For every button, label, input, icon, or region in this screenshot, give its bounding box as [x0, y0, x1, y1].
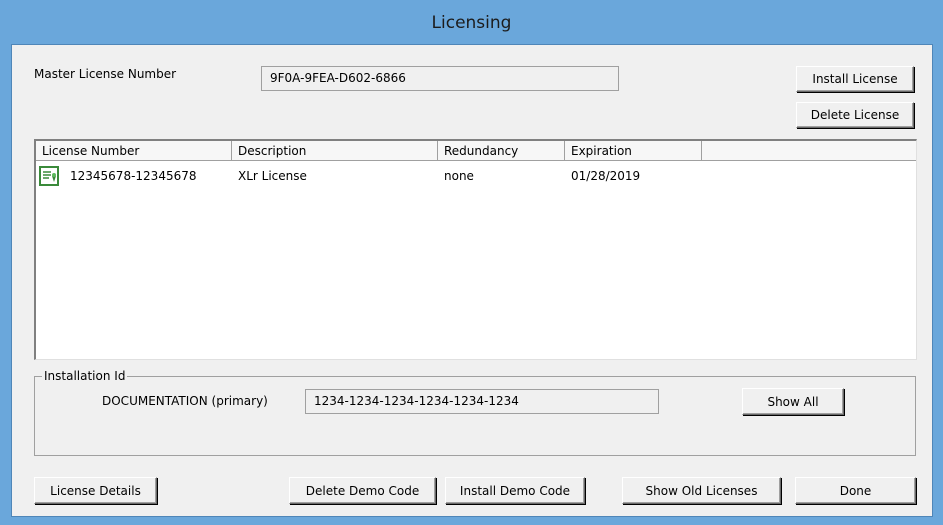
install-license-button[interactable]: Install License	[796, 66, 914, 92]
column-license-number[interactable]: License Number	[36, 141, 232, 161]
column-redundancy[interactable]: Redundancy	[438, 141, 565, 161]
expiration-cell: 01/28/2019	[571, 169, 641, 183]
license-number-cell: 12345678-12345678	[70, 169, 197, 183]
master-license-field[interactable]: 9F0A-9FEA-D602-6866	[261, 66, 619, 91]
delete-license-button[interactable]: Delete License	[796, 102, 914, 128]
installation-id-legend: Installation Id	[42, 368, 128, 384]
show-all-button[interactable]: Show All	[742, 388, 844, 415]
master-license-label: Master License Number	[34, 67, 177, 81]
show-old-licenses-button[interactable]: Show Old Licenses	[622, 477, 781, 504]
column-filler	[702, 141, 916, 161]
title-bar[interactable]: Licensing	[0, 0, 943, 44]
window-title: Licensing	[431, 13, 512, 33]
computer-name-label: DOCUMENTATION (primary)	[102, 394, 268, 408]
column-description[interactable]: Description	[232, 141, 438, 161]
license-list[interactable]: License Number Description Redundancy Ex…	[34, 139, 917, 360]
installation-id-field[interactable]: 1234-1234-1234-1234-1234-1234	[305, 389, 659, 414]
license-row[interactable]: 12345678-12345678 XLr License none 01/28…	[36, 165, 916, 187]
delete-demo-code-button[interactable]: Delete Demo Code	[289, 477, 436, 504]
redundancy-cell: none	[444, 169, 474, 183]
licensing-dialog: Master License Number 9F0A-9FEA-D602-686…	[11, 44, 933, 517]
license-list-header: License Number Description Redundancy Ex…	[36, 141, 916, 161]
installation-id-group: Installation Id DOCUMENTATION (primary) …	[34, 368, 916, 456]
done-button[interactable]: Done	[795, 477, 916, 504]
column-expiration[interactable]: Expiration	[565, 141, 702, 161]
description-cell: XLr License	[238, 169, 307, 183]
license-certificate-icon	[39, 166, 59, 186]
license-details-button[interactable]: License Details	[34, 477, 157, 504]
install-demo-code-button[interactable]: Install Demo Code	[445, 477, 585, 504]
